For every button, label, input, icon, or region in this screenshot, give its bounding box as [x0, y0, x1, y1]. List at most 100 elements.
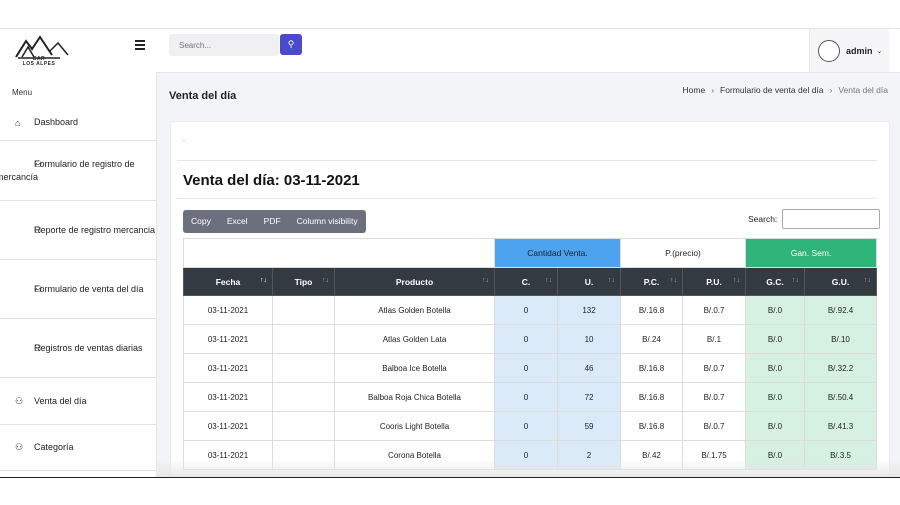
sidebar-item-dashboard[interactable]: ⌂ Dashboard — [0, 105, 156, 141]
table-cell: 72 — [557, 382, 622, 412]
column-header-9[interactable]: G.U. ↑↓ — [804, 267, 878, 296]
sort-icon: ↑↓ — [792, 277, 800, 284]
table-row: 03-11-2021 Atlas Golden Lata 0 10 B/.24 B/.1 B… — [183, 324, 878, 354]
sort-icon: ↑↓ — [260, 277, 267, 284]
table-cell: Atlas Golden Botella — [333, 295, 496, 325]
sidebar-item-formulario-venta[interactable]: ⚇Formulario de venta del día — [0, 260, 156, 319]
sidebar-item-formulario-registro[interactable]: ⚇Formulario de registro de mercancía — [0, 141, 156, 201]
table-search-input[interactable] — [782, 209, 880, 229]
search-icon: ⚲ — [287, 39, 295, 49]
copy-button[interactable]: Copy — [183, 210, 219, 233]
table-cell: 132 — [557, 295, 622, 325]
breadcrumb-current: Venta del día — [838, 85, 888, 95]
column-header-3[interactable]: Producto ↑↓ — [333, 267, 496, 296]
user-menu[interactable]: admin ⌄ — [809, 29, 889, 72]
users-icon: ⚇ — [34, 342, 43, 353]
sidebar-item-categoria[interactable]: ⚇ Categoría — [0, 425, 156, 471]
table-cell: B/.32.2 — [804, 353, 878, 383]
group-header-cantidad: Cantidad Venta. — [494, 238, 622, 268]
table-cell: 0 — [494, 295, 559, 325]
table-cell: 03-11-2021 — [183, 324, 273, 354]
table-cell: B/.0.7 — [682, 411, 747, 441]
table-row: 03-11-2021 Balboa Roja Chica Botella 0 72 B/… — [183, 382, 878, 412]
table-cell: B/.0 — [745, 353, 806, 383]
group-header-empty — [182, 238, 496, 268]
column-header-label: Tipo — [294, 276, 313, 287]
pdf-button[interactable]: PDF — [256, 210, 289, 233]
table-cell: B/.50.4 — [804, 382, 878, 412]
table-cell — [272, 295, 335, 325]
users-icon: ⚇ — [15, 395, 24, 406]
page-title: Venta del día — [169, 90, 237, 102]
column-header-label: P.U. — [706, 276, 722, 287]
avatar — [818, 39, 840, 62]
chevron-right-icon: › — [829, 85, 833, 95]
sidebar: BAR LOS ALPES Menu ⌂ Dashboard ⚇Formular… — [0, 29, 157, 477]
table-search-label: Search: — [748, 214, 778, 224]
table-cell — [272, 324, 335, 354]
sort-icon: ↑↓ — [670, 277, 678, 284]
bottom-fade — [156, 459, 900, 477]
search-container — [169, 34, 279, 56]
chevron-down-icon: ⌄ — [876, 47, 883, 55]
group-header-ganancia: Gan. Sem. — [745, 238, 878, 268]
sort-icon: ↑↓ — [608, 277, 616, 284]
column-header-6[interactable]: P.C. ↑↓ — [620, 267, 684, 296]
chevron-right-icon: › — [711, 85, 715, 95]
export-button-group: Copy Excel PDF Column visibility — [183, 210, 366, 233]
column-header-label: P.C. — [643, 276, 660, 287]
divider — [177, 160, 877, 161]
table-cell — [272, 353, 335, 383]
sort-icon: ↑↓ — [864, 277, 872, 284]
search-button[interactable]: ⚲ — [280, 34, 302, 55]
table-cell: B/.24 — [620, 324, 684, 354]
table-cell: B/.0 — [745, 295, 806, 325]
table-body: 03-11-2021 Atlas Golden Botella 0 132 B/.16.… — [183, 295, 878, 470]
table-cell: B/.41.3 — [804, 411, 878, 441]
sales-card: . Venta del día: 03-11-2021 Copy Excel P… — [170, 121, 890, 477]
table-cell: 03-11-2021 — [183, 295, 273, 325]
table-cell — [272, 411, 335, 441]
table-cell: Cooris Light Botella — [333, 411, 496, 441]
table-cell: 03-11-2021 — [183, 411, 273, 441]
table-cell: B/.0 — [745, 324, 806, 354]
table-cell: Balboa Ice Botella — [333, 353, 496, 383]
table-cell: 0 — [494, 411, 559, 441]
column-header-2[interactable]: Tipo ↑↓ — [272, 267, 335, 296]
search-input[interactable] — [169, 34, 279, 56]
table-cell: 0 — [494, 382, 559, 412]
breadcrumb-home[interactable]: Home — [683, 85, 706, 95]
excel-button[interactable]: Excel — [219, 210, 256, 233]
column-header-4[interactable]: C. ↑↓ — [494, 267, 559, 296]
logo-text: BAR LOS ALPES — [22, 56, 56, 67]
sales-table: Cantidad Venta. P.(precio) Gan. Sem. Fec… — [182, 238, 878, 470]
home-icon: ⌂ — [15, 117, 21, 128]
table-cell: 0 — [494, 353, 559, 383]
sidebar-item-registros-ventas[interactable]: ⚇Registros de ventas diarias — [0, 319, 156, 378]
app-frame: BAR LOS ALPES Menu ⌂ Dashboard ⚇Formular… — [0, 28, 900, 478]
breadcrumb: Home › Formulario de venta del día › Ven… — [683, 85, 889, 95]
sidebar-item-venta-del-dia[interactable]: ⚇ Venta del día — [0, 378, 156, 425]
column-visibility-button[interactable]: Column visibility — [289, 210, 366, 233]
breadcrumb-formulario[interactable]: Formulario de venta del día — [720, 85, 823, 95]
users-icon: ⚇ — [15, 442, 24, 452]
table-cell: B/.0 — [745, 411, 806, 441]
column-header-label: U. — [584, 276, 594, 287]
users-icon: ⚇ — [34, 283, 43, 294]
column-header-label: G.U. — [831, 276, 850, 287]
sort-icon: ↑↓ — [322, 277, 329, 284]
column-header-label: Producto — [395, 276, 434, 287]
menu-label: Menu — [12, 88, 33, 97]
column-header-7[interactable]: P.U. ↑↓ — [682, 267, 747, 296]
hamburger-menu-icon[interactable] — [135, 40, 145, 50]
column-header-8[interactable]: G.C. ↑↓ — [745, 267, 806, 296]
group-header-precio: P.(precio) — [620, 238, 747, 268]
column-header-1[interactable]: Fecha ↑↓ — [183, 267, 273, 296]
group-header-row: Cantidad Venta. P.(precio) Gan. Sem. — [182, 238, 878, 268]
sort-icon: ↑↓ — [733, 277, 741, 284]
column-header-5[interactable]: U. ↑↓ — [557, 267, 622, 296]
users-icon: ⚇ — [34, 158, 43, 169]
table-cell: B/.16.8 — [620, 353, 684, 383]
table-cell: B/.16.8 — [620, 382, 684, 412]
sidebar-item-reporte-registro[interactable]: ⚇Reporte de registro mercancia — [0, 201, 156, 260]
